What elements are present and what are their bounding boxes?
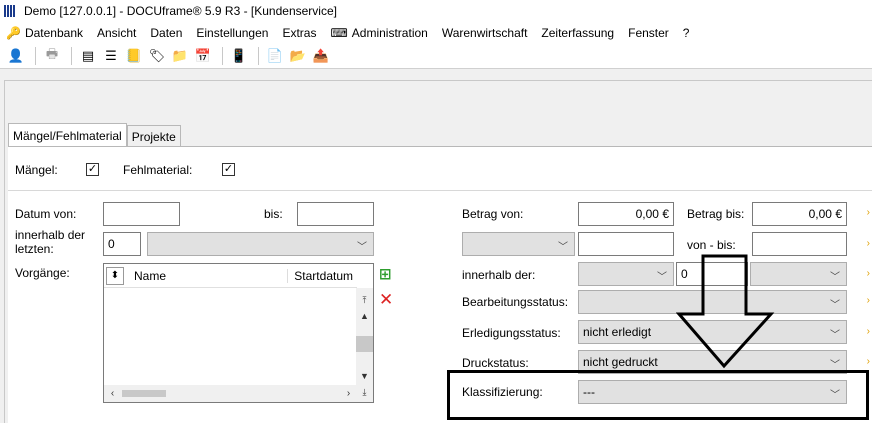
- betrag-bis-label: Betrag bis:: [687, 207, 745, 221]
- menu-help[interactable]: ?: [683, 26, 690, 40]
- scroll-up-icon[interactable]: ▲: [356, 308, 373, 324]
- datum-bis-input[interactable]: [297, 202, 374, 226]
- toolbar: 👤 🖶 ▤ ☰ 📒 🏷 📁 📅 📱 📄 📂 📤: [0, 43, 872, 69]
- add-green-icon[interactable]: ⊞: [379, 265, 392, 283]
- menu-einstellungen[interactable]: Einstellungen: [196, 26, 268, 40]
- menu-datenbank[interactable]: 🔑 Datenbank: [6, 26, 83, 40]
- card-icon[interactable]: ▤: [78, 46, 98, 66]
- app-icon: [4, 5, 18, 17]
- innerhalb-value-input[interactable]: 0: [103, 232, 141, 256]
- divider: [8, 190, 872, 191]
- column-name[interactable]: Name: [134, 269, 166, 283]
- tag-icon[interactable]: 🏷: [147, 46, 167, 66]
- menu-bar: 🔑 Datenbank Ansicht Daten Einstellungen E…: [0, 22, 872, 43]
- toolbar-separator: [35, 46, 36, 65]
- toolbar-separator: [222, 46, 223, 65]
- menu-daten[interactable]: Daten: [150, 26, 182, 40]
- menu-administration[interactable]: ⌨ Administration: [330, 26, 427, 40]
- innerhalb-label-1: innerhalb der: [15, 228, 86, 242]
- highlight-box: [447, 370, 869, 420]
- calendar-icon[interactable]: 📅: [193, 46, 213, 66]
- druckstatus-label: Druckstatus:: [462, 356, 529, 370]
- druckstatus-value: nicht gedruckt: [583, 355, 658, 369]
- open-folder-icon[interactable]: 📂: [288, 46, 308, 66]
- innerhalb-unit-select[interactable]: ﹀: [147, 232, 374, 256]
- export-icon[interactable]: 📤: [311, 46, 331, 66]
- chevron-down-icon: ﹀: [830, 272, 840, 283]
- tab-projekte[interactable]: Projekte: [126, 125, 181, 147]
- scroll-top-icon[interactable]: ⤒: [356, 292, 373, 308]
- menu-fenster[interactable]: Fenster: [628, 26, 669, 40]
- vorgaenge-label: Vorgänge:: [15, 266, 70, 280]
- vorgaenge-list[interactable]: ⬍ Name Startdatum ⤒ ▲ ▼ ⤓ ‹ ›: [103, 263, 374, 403]
- menu-zeiterfassung[interactable]: Zeiterfassung: [541, 26, 614, 40]
- keyboard-icon: ⌨: [330, 25, 348, 40]
- phone-icon[interactable]: 📱: [229, 46, 249, 66]
- chevron-down-icon: ﹀: [830, 360, 840, 371]
- print-icon[interactable]: 🖶: [42, 46, 62, 66]
- betrag-von-label: Betrag von:: [462, 207, 524, 221]
- edge-marker-icon: ›: [866, 207, 870, 218]
- chevron-down-icon: ﹀: [558, 242, 568, 253]
- innerhalb-der-select[interactable]: ﹀: [578, 262, 674, 286]
- betrag-von-input[interactable]: 0,00 €: [578, 202, 674, 226]
- bis-label: bis:: [264, 207, 283, 221]
- edge-marker-icon: ›: [866, 356, 870, 367]
- scroll-down-icon[interactable]: ▼: [356, 368, 373, 384]
- menu-ansicht[interactable]: Ansicht: [97, 26, 136, 40]
- scroll-right-icon[interactable]: ›: [340, 385, 357, 402]
- edge-marker-icon: ›: [866, 295, 870, 306]
- toolbar-separator: [258, 46, 259, 65]
- scroll-bottom-icon[interactable]: ⤓: [356, 384, 373, 400]
- folder-icon[interactable]: 📁: [170, 46, 190, 66]
- fehlmaterial-label: Fehlmaterial:: [123, 163, 193, 177]
- menu-warenwirtschaft[interactable]: Warenwirtschaft: [442, 26, 528, 40]
- erledigungsstatus-label: Erledigungsstatus:: [462, 326, 561, 340]
- scroll-thumb[interactable]: [356, 336, 373, 352]
- tab-strip: Mängel/Fehlmaterial Projekte: [8, 123, 181, 147]
- list-header: ⬍ Name Startdatum: [104, 264, 357, 288]
- maengel-label: Mängel:: [15, 163, 58, 177]
- datum-von-label: Datum von:: [15, 207, 77, 221]
- bearbeitungsstatus-label: Bearbeitungsstatus:: [462, 295, 569, 309]
- book-icon[interactable]: 📒: [124, 46, 144, 66]
- hscroll-thumb[interactable]: [122, 390, 166, 397]
- erledigungsstatus-value: nicht erledigt: [583, 325, 652, 339]
- chevron-down-icon: ﹀: [357, 242, 367, 253]
- horizontal-scrollbar[interactable]: ‹ ›: [104, 385, 357, 402]
- betrag-type-select[interactable]: ﹀: [462, 232, 575, 256]
- delete-red-icon[interactable]: ✕: [379, 290, 393, 310]
- column-startdatum[interactable]: Startdatum: [287, 268, 353, 283]
- chevron-down-icon: ﹀: [657, 272, 667, 283]
- new-document-icon[interactable]: 📄: [265, 46, 285, 66]
- edge-marker-icon: ›: [866, 268, 870, 279]
- fehlmaterial-checkbox[interactable]: ✓: [222, 163, 235, 176]
- innerhalb-der-label: innerhalb der:: [462, 268, 536, 282]
- list-icon[interactable]: ☰: [101, 46, 121, 66]
- innerhalb-label-2: letzten:: [15, 242, 54, 256]
- edge-marker-icon: ›: [866, 326, 870, 337]
- betrag-bis-input[interactable]: 0,00 €: [752, 202, 847, 226]
- maengel-checkbox[interactable]: ✓: [86, 163, 99, 176]
- menu-extras[interactable]: Extras: [282, 26, 316, 40]
- datum-von-input[interactable]: [103, 202, 180, 226]
- user-icon[interactable]: 👤: [6, 46, 26, 66]
- window-title: Demo [127.0.0.1] - DOCUframe® 5.9 R3 - […: [24, 4, 337, 18]
- title-bar: Demo [127.0.0.1] - DOCUframe® 5.9 R3 - […: [0, 0, 872, 22]
- vertical-scrollbar[interactable]: ⤒ ▲ ▼ ⤓: [356, 288, 373, 402]
- chevron-down-icon: ﹀: [830, 330, 840, 341]
- edge-marker-icon: ›: [866, 238, 870, 249]
- tab-maengel[interactable]: Mängel/Fehlmaterial: [8, 123, 127, 147]
- chevron-down-icon: ﹀: [830, 300, 840, 311]
- sort-icon[interactable]: ⬍: [106, 266, 124, 285]
- betrag-range-input[interactable]: [578, 232, 674, 256]
- annotation-arrow-icon: [676, 254, 775, 369]
- toolbar-separator: [71, 46, 72, 65]
- von-bis-label: von - bis:: [687, 238, 736, 252]
- db-icon: 🔑: [6, 25, 21, 40]
- scroll-left-icon[interactable]: ‹: [104, 385, 121, 402]
